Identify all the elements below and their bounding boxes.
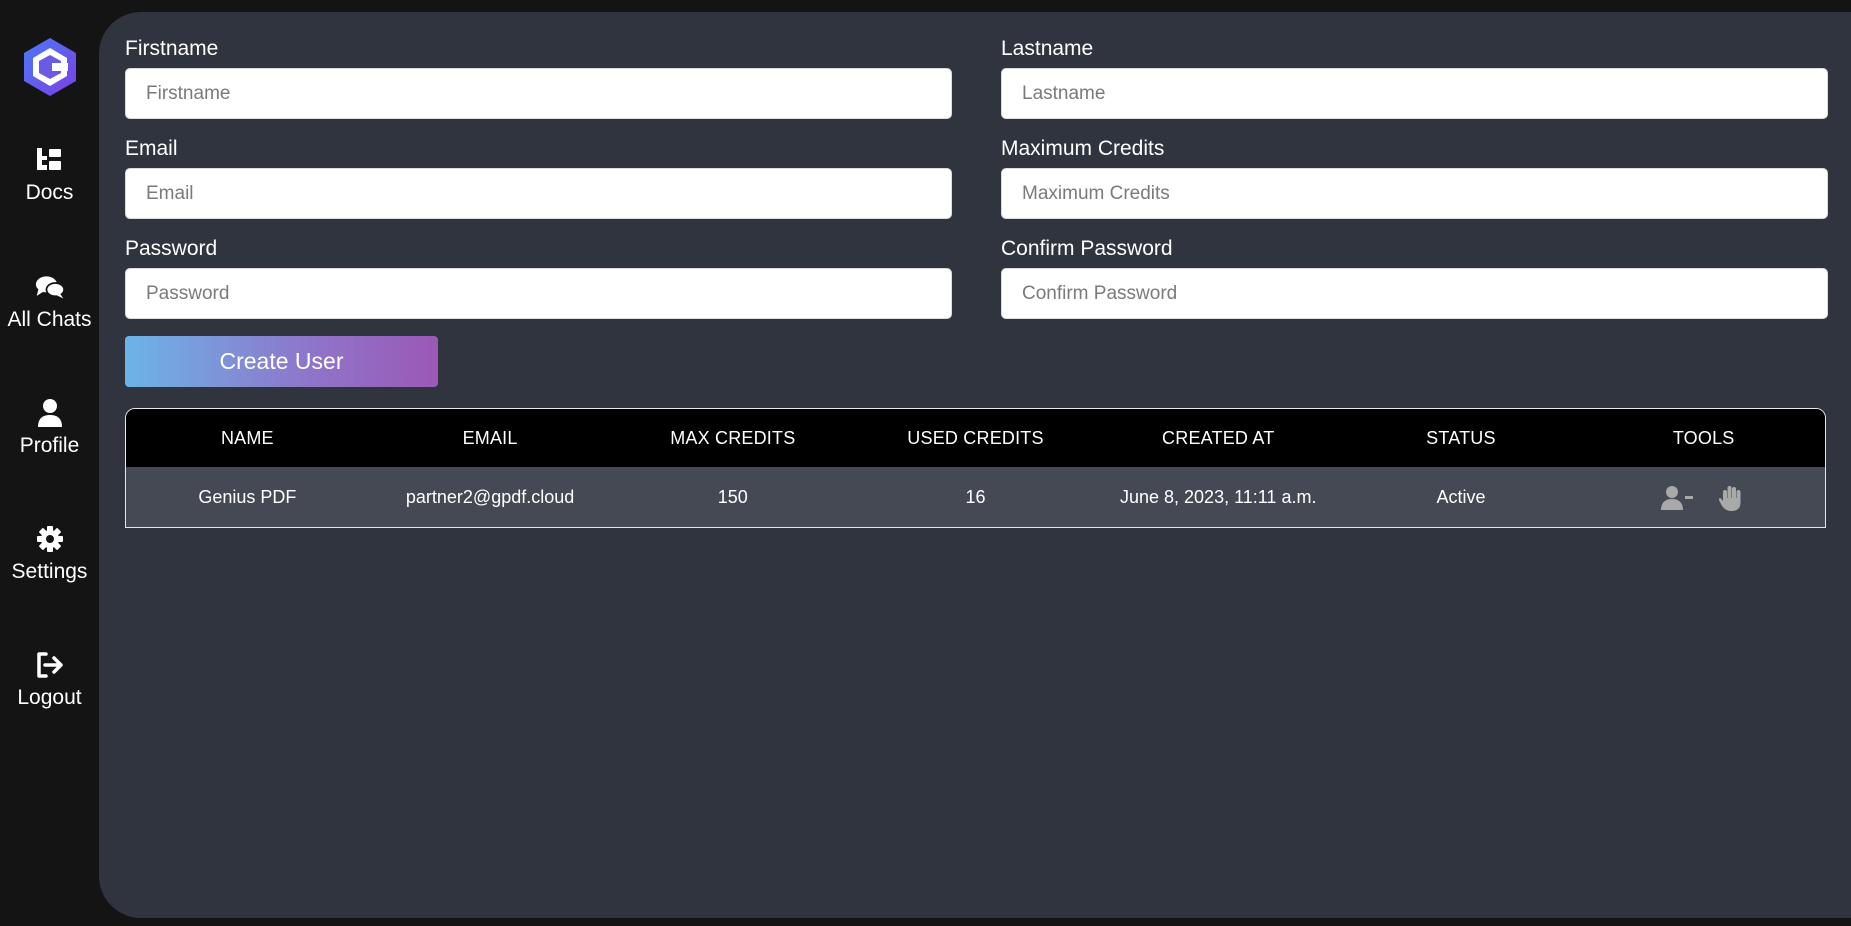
sidebar-item-label: Logout [17,686,82,709]
table-header-row: NAME EMAIL MAX CREDITS USED CREDITS CREA… [126,409,1825,467]
sidebar-item-label: Settings [11,560,88,583]
sidebar-item-docs[interactable]: Docs [0,145,99,235]
table-row: Genius PDF partner2@gpdf.cloud 150 16 Ju… [126,467,1825,527]
confirm-password-label: Confirm Password [1001,237,1173,260]
max-credits-label: Maximum Credits [1001,137,1165,160]
firstname-field: Firstname [125,36,952,119]
cell-created-at: June 8, 2023, 11:11 a.m. [1119,487,1317,507]
cell-email: partner2@gpdf.cloud [405,487,575,507]
column-header-tools: TOOLS [1672,427,1735,448]
sidebar-item-label: Profile [19,434,80,457]
create-user-button[interactable]: Create User [125,336,438,387]
confirm-password-input[interactable] [1001,268,1828,319]
column-header-email[interactable]: EMAIL [369,428,612,449]
sidebar: Docs All Chats Profile Settings Logout [0,0,99,926]
email-input[interactable] [125,168,952,219]
docs-icon [35,145,65,175]
lastname-input[interactable] [1001,68,1828,119]
cell-name: Genius PDF [198,487,297,507]
cell-status: Active [1436,487,1486,507]
sidebar-item-settings[interactable]: Settings [0,524,99,614]
sidebar-item-label: Docs [25,181,74,204]
hand-stop-icon[interactable] [1714,483,1748,513]
sidebar-item-logout[interactable]: Logout [0,650,99,740]
cell-tools [1582,483,1825,513]
sidebar-item-label: All Chats [7,308,92,331]
sidebar-item-profile[interactable]: Profile [0,398,99,488]
column-header-max-credits[interactable]: MAX CREDITS [611,428,854,449]
remove-user-icon[interactable] [1660,483,1694,513]
confirm-password-field: Confirm Password [1001,236,1828,319]
cell-max-credits: 150 [717,487,748,507]
firstname-input[interactable] [125,68,952,119]
column-header-used-credits[interactable]: USED CREDITS [854,428,1097,449]
logout-icon [35,650,65,680]
sidebar-item-all-chats[interactable]: All Chats [0,272,99,362]
column-header-status[interactable]: STATUS [1340,428,1583,449]
lastname-field: Lastname [1001,36,1828,119]
main-panel: Firstname Lastname Email Maximum Credits… [99,12,1851,918]
chats-icon [35,272,65,302]
users-table: NAME EMAIL MAX CREDITS USED CREDITS CREA… [125,408,1826,528]
password-label: Password [125,237,218,260]
max-credits-field: Maximum Credits [1001,136,1828,219]
email-label: Email [125,137,178,160]
firstname-label: Firstname [125,37,219,60]
column-header-created-at[interactable]: CREATED AT [1097,428,1340,449]
password-field: Password [125,236,952,319]
gear-icon [35,524,65,554]
email-field: Email [125,136,952,219]
max-credits-input[interactable] [1001,168,1828,219]
user-icon [35,398,65,428]
lastname-label: Lastname [1001,37,1094,60]
logo-icon[interactable] [22,36,78,98]
password-input[interactable] [125,268,952,319]
column-header-name[interactable]: NAME [126,428,369,449]
cell-used-credits: 16 [965,487,986,507]
